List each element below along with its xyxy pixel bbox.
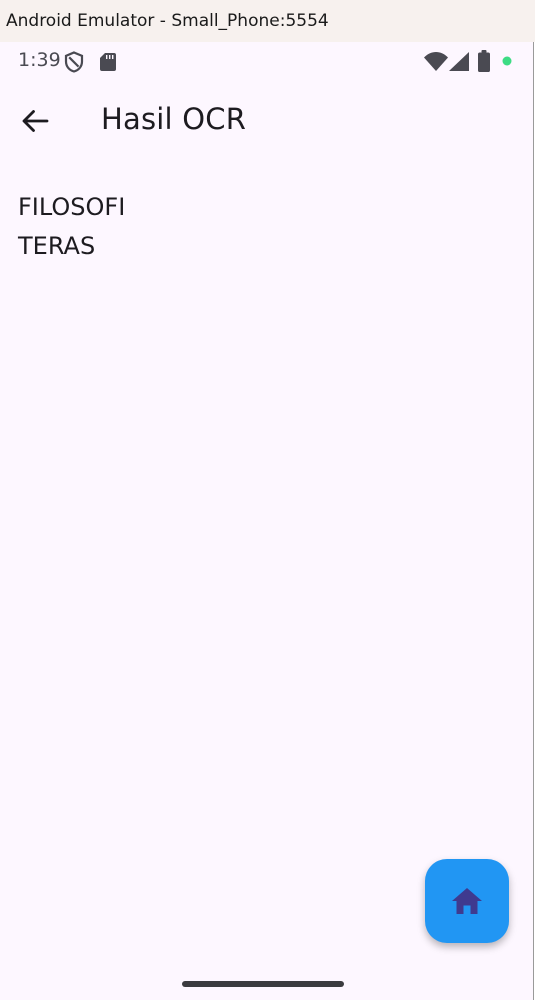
home-icon [452,888,482,914]
home-fab-button[interactable] [425,859,509,943]
status-bar: 1:39 [0,42,533,80]
gesture-navigation-bar[interactable] [182,981,344,987]
ocr-result-text: FILOSOFI TERAS [18,188,498,266]
battery-icon [478,50,490,72]
arrow-left-icon [22,110,49,132]
window-title: Android Emulator - Small_Phone:5554 [6,11,329,31]
status-time: 1:39 [18,49,61,71]
window-titlebar: Android Emulator - Small_Phone:5554 [0,0,535,42]
page-title: Hasil OCR [101,102,247,136]
active-dot-icon [502,56,512,66]
back-button[interactable] [12,98,58,144]
emulator-window: Android Emulator - Small_Phone:5554 1:39 [0,0,535,1000]
cellular-signal-icon [449,52,469,71]
ocr-result-line: TERAS [18,232,96,260]
ocr-result-line: FILOSOFI [18,193,126,221]
sd-card-icon [100,53,116,71]
phone-screen: 1:39 Hasil OCR FILOSOFI TERAS [0,42,534,1000]
app-bar: Hasil OCR [0,82,533,158]
shield-icon [64,51,84,73]
wifi-icon [424,52,448,71]
